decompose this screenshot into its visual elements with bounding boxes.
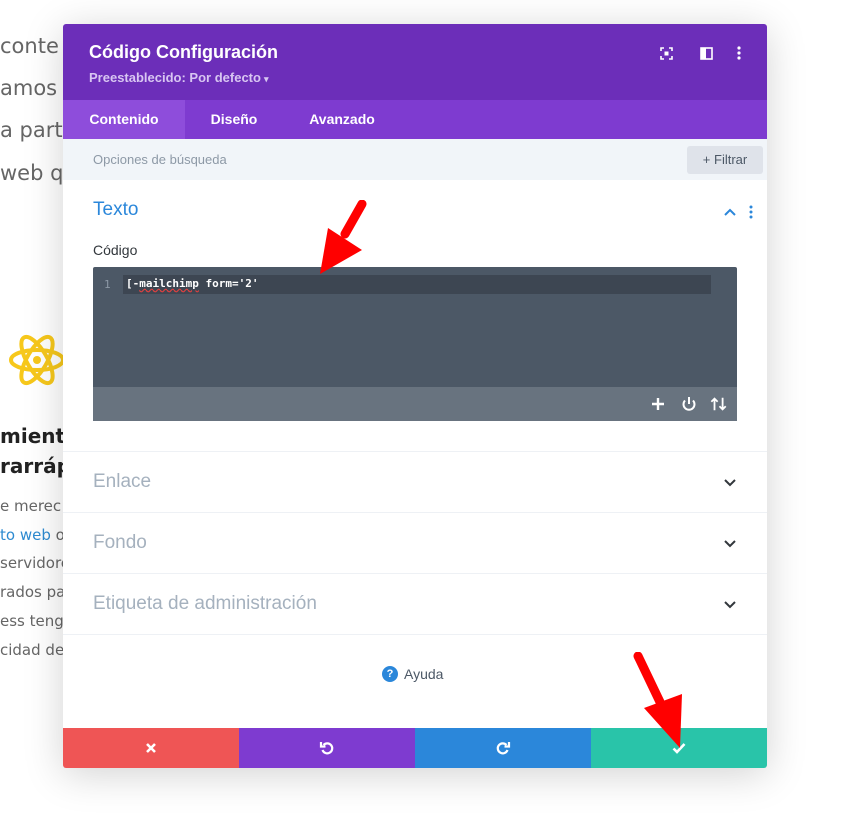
- modal-header: Código Configuración Preestablecido: Por…: [63, 24, 767, 100]
- modal-title: Código Configuración: [89, 42, 278, 62]
- more-options-icon[interactable]: [729, 43, 749, 63]
- modal-tabs: Contenido Diseño Avanzado: [63, 100, 767, 139]
- power-icon[interactable]: [680, 395, 698, 413]
- section-divider: [63, 512, 767, 513]
- editor-toolbar: [93, 387, 737, 421]
- help-icon: ?: [382, 666, 398, 682]
- code-field-label: Código: [93, 242, 138, 258]
- tab-contenido[interactable]: Contenido: [63, 100, 185, 139]
- bg-text-line: amos: [0, 76, 58, 100]
- section-menu-icon[interactable]: [747, 204, 755, 220]
- sort-icon[interactable]: [710, 395, 728, 413]
- atom-icon: [9, 334, 65, 386]
- bg-text-line: conte: [0, 34, 59, 58]
- expand-icon[interactable]: [656, 43, 676, 63]
- filter-button[interactable]: + Filtrar: [687, 146, 763, 174]
- filter-label: Filtrar: [714, 152, 748, 167]
- preset-label: Preestablecido: Por defecto: [89, 70, 261, 85]
- redo-button[interactable]: [415, 728, 591, 768]
- bg-paragraph-line: e merec: [0, 497, 62, 515]
- bg-link[interactable]: to web: [0, 526, 51, 544]
- chevron-up-icon[interactable]: [723, 205, 737, 219]
- section-divider: [63, 634, 767, 635]
- section-title-admin-label[interactable]: Etiqueta de administración: [93, 593, 317, 615]
- save-button[interactable]: [591, 728, 767, 768]
- bg-text-line: a parti: [0, 118, 69, 142]
- preset-selector[interactable]: Preestablecido: Por defecto ▾: [89, 70, 268, 85]
- bg-heading-line: rarráp: [0, 454, 71, 478]
- section-title-texto[interactable]: Texto: [93, 199, 138, 221]
- redo-icon: [496, 742, 511, 755]
- caret-down-icon: ▾: [263, 74, 269, 84]
- bg-paragraph-line: rados pa: [0, 583, 66, 601]
- chevron-down-icon[interactable]: [723, 537, 737, 551]
- undo-icon: [319, 742, 334, 755]
- check-icon: [672, 743, 686, 754]
- search-options-input[interactable]: Opciones de búsqueda: [93, 152, 227, 167]
- add-icon[interactable]: [649, 395, 667, 413]
- bg-paragraph-line: to web o: [0, 526, 65, 544]
- help-link[interactable]: ? Ayuda: [382, 666, 443, 682]
- section-divider: [63, 451, 767, 452]
- tab-diseno[interactable]: Diseño: [185, 100, 283, 139]
- bg-paragraph-line: cidad de: [0, 641, 65, 659]
- bg-paragraph-line: ess teng: [0, 612, 64, 630]
- section-divider: [63, 573, 767, 574]
- bg-text-line: web q: [0, 161, 64, 185]
- section-title-enlace[interactable]: Enlace: [93, 471, 151, 493]
- split-view-icon[interactable]: [696, 43, 716, 63]
- search-row: Opciones de búsqueda + Filtrar: [63, 139, 767, 180]
- settings-modal: Código Configuración Preestablecido: Por…: [63, 24, 767, 768]
- tab-avanzado[interactable]: Avanzado: [283, 100, 401, 139]
- code-text[interactable]: [-mailchimp form='2': [126, 277, 258, 290]
- plus-icon: +: [702, 152, 714, 167]
- chevron-down-icon[interactable]: [723, 598, 737, 612]
- help-label: Ayuda: [404, 666, 444, 682]
- undo-button[interactable]: [239, 728, 415, 768]
- code-editor[interactable]: 1 [-mailchimp form='2': [93, 267, 737, 421]
- bg-paragraph-line: servidore: [0, 554, 71, 572]
- line-number: 1: [104, 278, 111, 291]
- section-title-fondo[interactable]: Fondo: [93, 532, 147, 554]
- chevron-down-icon[interactable]: [723, 476, 737, 490]
- bg-heading-line: mient: [0, 424, 66, 448]
- close-icon: [146, 743, 156, 753]
- cancel-button[interactable]: [63, 728, 239, 768]
